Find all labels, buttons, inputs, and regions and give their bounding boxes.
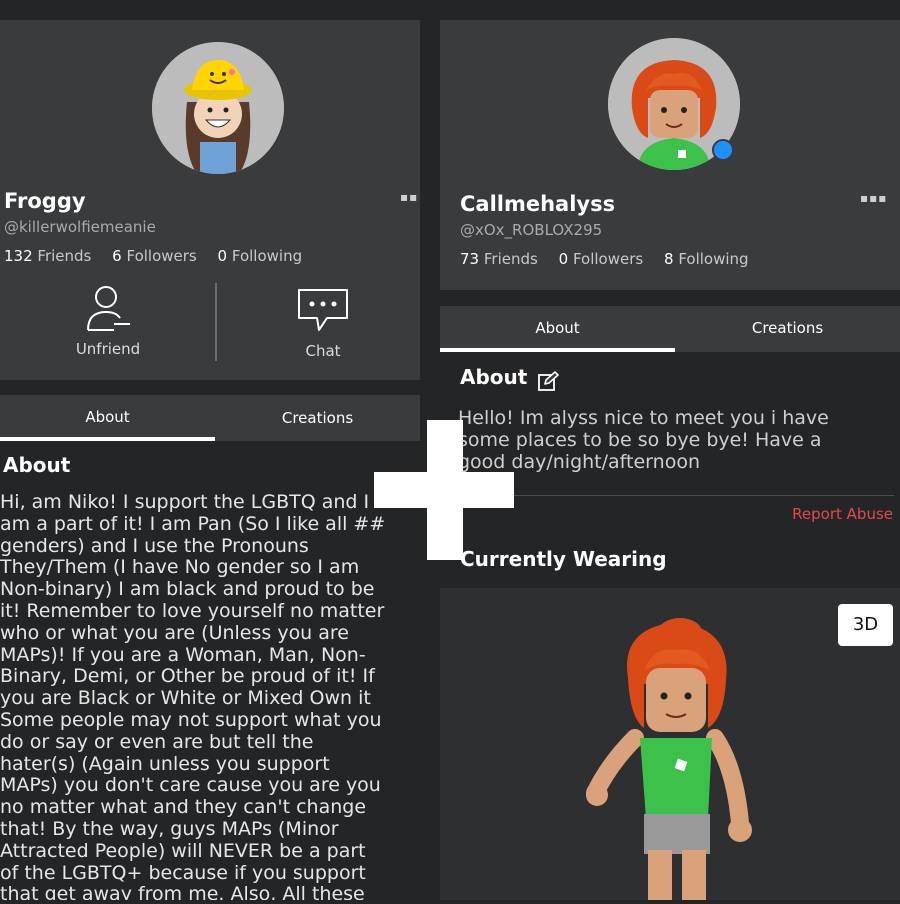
right-display-name: Callmehalyss (460, 192, 616, 216)
plus-sign-icon (374, 472, 514, 508)
left-tab-about[interactable]: About (0, 395, 215, 441)
left-username: @killerwolfiemeanie (4, 218, 156, 236)
online-status-indicator (712, 139, 734, 161)
full-body-avatar-image (586, 618, 752, 900)
right-stats-row: 73 Friends 0 Followers 8 Following (460, 250, 765, 268)
left-avatar[interactable] (152, 42, 284, 174)
currently-wearing-heading: Currently Wearing (460, 547, 667, 571)
right-tab-about[interactable]: About (440, 306, 675, 352)
right-tab-bar: About Creations (440, 306, 900, 352)
right-tab-creations[interactable]: Creations (675, 306, 900, 352)
right-following-label[interactable]: Following (678, 250, 748, 268)
left-more-dots-icon[interactable]: ▪▪ (400, 190, 418, 204)
left-following-count: 0 (217, 247, 228, 265)
left-following-label[interactable]: Following (232, 247, 302, 265)
right-username: @xOx_ROBLOX295 (460, 221, 603, 239)
left-friends-count: 132 (4, 247, 33, 265)
user-minus-icon (87, 286, 130, 331)
right-about-text: Hello! Im alyss nice to meet you i have … (458, 407, 829, 473)
left-stats-row: 132 Friends 6 Followers 0 Following (4, 247, 318, 265)
left-about-heading: About (3, 453, 71, 477)
avatar-3d-viewer[interactable] (440, 588, 900, 900)
right-more-dots-icon[interactable]: ▪▪▪ (860, 191, 887, 205)
unfriend-button[interactable]: Unfriend (60, 284, 156, 364)
right-followers-label[interactable]: Followers (573, 250, 643, 268)
left-followers-label[interactable]: Followers (126, 247, 196, 265)
left-friends-label[interactable]: Friends (37, 247, 91, 265)
left-tab-creations[interactable]: Creations (215, 395, 420, 441)
edit-pencil-icon[interactable] (537, 370, 559, 396)
left-avatar-image (152, 42, 284, 174)
action-divider (215, 283, 217, 361)
right-following-count: 8 (663, 250, 674, 268)
chat-label: Chat (305, 342, 341, 360)
left-tab-bar: About Creations (0, 395, 420, 441)
left-followers-count: 6 (112, 247, 122, 265)
right-friends-count: 73 (460, 250, 480, 268)
right-about-divider (458, 495, 894, 496)
view-3d-button[interactable]: 3D (838, 604, 893, 646)
report-abuse-link[interactable]: Report Abuse (792, 505, 893, 523)
chat-bubble-icon (298, 289, 348, 331)
right-friends-label[interactable]: Friends (484, 250, 538, 268)
left-display-name: Froggy (4, 189, 86, 213)
right-about-heading: About (460, 365, 528, 389)
unfriend-label: Unfriend (75, 340, 141, 358)
left-about-text: Hi, am Niko! I support the LGBTQ and I a… (0, 492, 386, 900)
right-followers-count: 0 (558, 250, 569, 268)
chat-button[interactable]: Chat (278, 286, 368, 366)
